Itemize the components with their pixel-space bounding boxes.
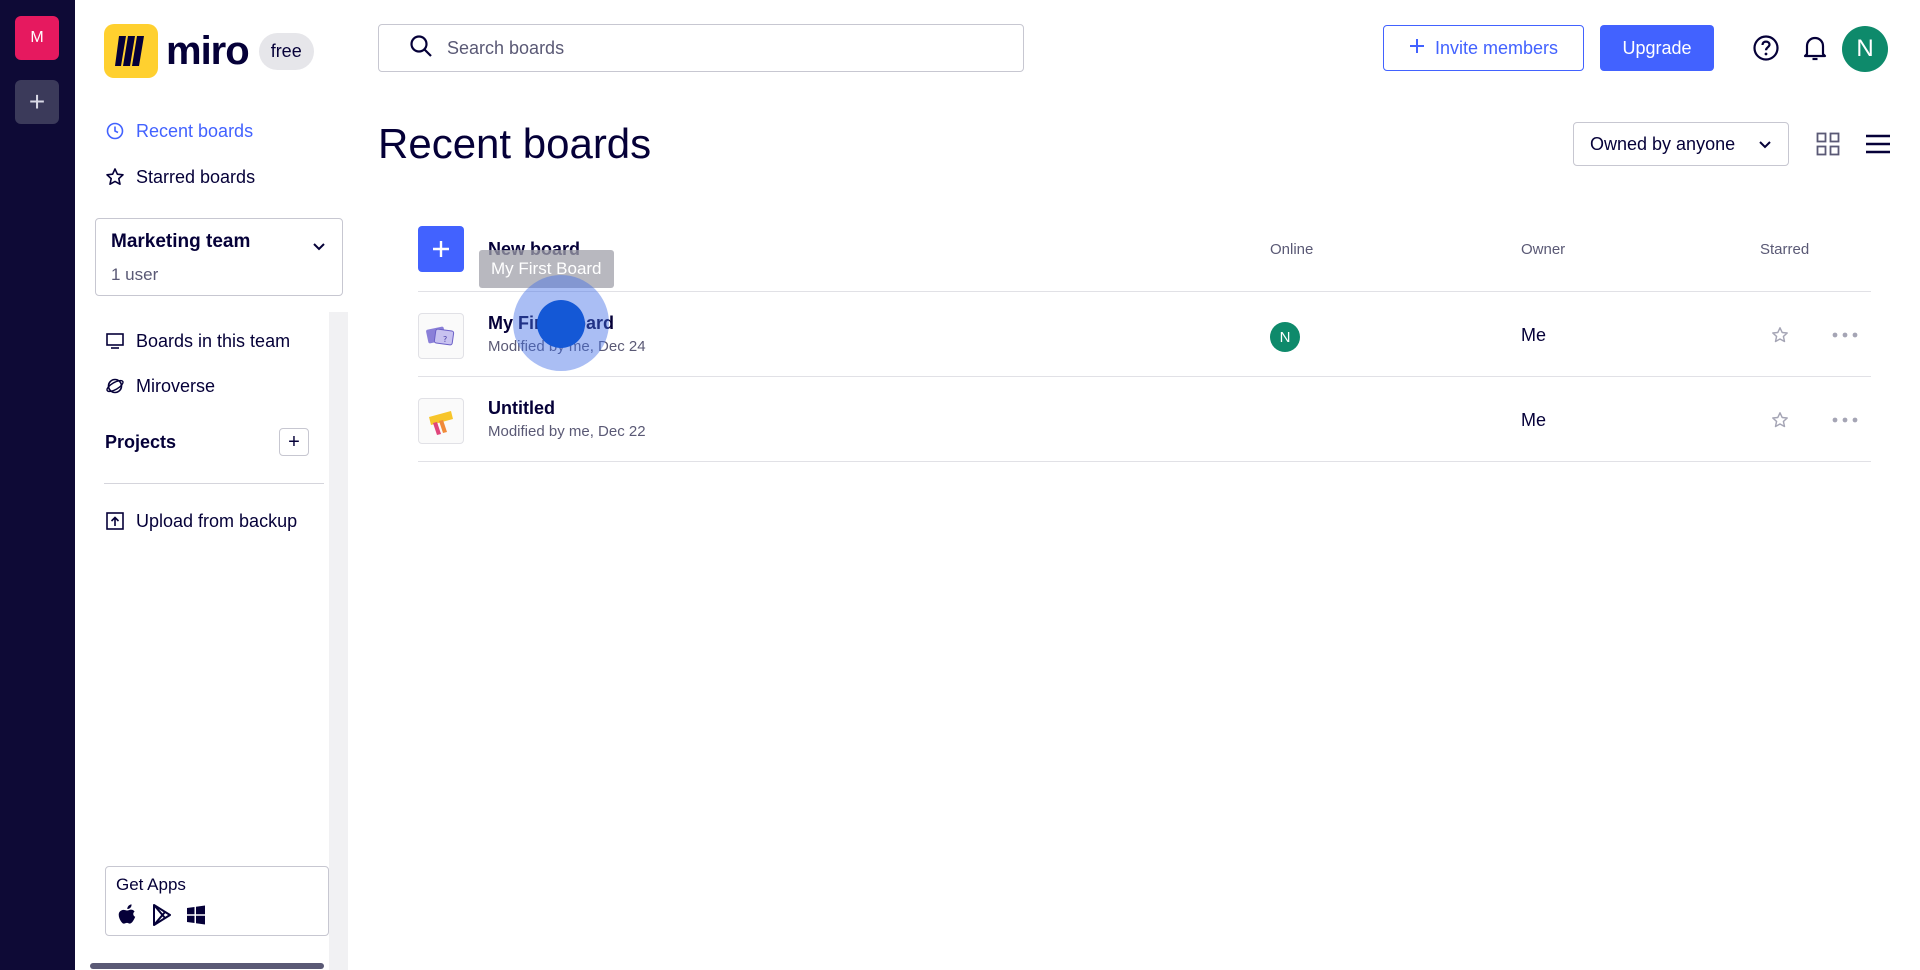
- get-apps-panel: Get Apps: [105, 866, 329, 936]
- upgrade-button[interactable]: Upgrade: [1600, 25, 1714, 71]
- brand-name: miro: [166, 28, 250, 73]
- plus-icon: [1409, 38, 1425, 59]
- owner-filter-dropdown[interactable]: Owned by anyone: [1573, 122, 1789, 166]
- windows-icon[interactable]: [186, 905, 206, 930]
- grid-view-icon[interactable]: [1814, 130, 1842, 158]
- new-board-button[interactable]: [418, 226, 464, 272]
- clock-icon: [104, 120, 126, 142]
- user-avatar[interactable]: N: [1842, 26, 1888, 72]
- plan-badge: free: [258, 32, 314, 70]
- invite-members-button[interactable]: Invite members: [1383, 25, 1584, 71]
- star-icon: [104, 166, 126, 188]
- team-selector[interactable]: Marketing team 1 user: [95, 218, 343, 296]
- online-user-avatar: N: [1270, 322, 1300, 352]
- sidebar-item-starred-boards[interactable]: Starred boards: [104, 166, 255, 188]
- board-row[interactable]: Untitled Modified by me, Dec 22 Me: [418, 377, 1871, 462]
- add-team-button[interactable]: +: [15, 80, 59, 124]
- board-modified: Modified by me, Dec 22: [488, 423, 646, 440]
- sidebar-item-upload-backup[interactable]: Upload from backup: [104, 510, 297, 532]
- column-header-owner[interactable]: Owner: [1521, 241, 1565, 258]
- sidebar-scrollbar[interactable]: [90, 963, 324, 969]
- apple-icon[interactable]: [116, 903, 138, 932]
- column-header-starred: Starred: [1760, 241, 1810, 258]
- star-icon[interactable]: [1770, 410, 1790, 430]
- miroverse-icon: [104, 375, 126, 397]
- miro-logo-icon: [104, 24, 158, 78]
- chevron-down-icon: [1758, 134, 1772, 155]
- plus-icon: [433, 241, 449, 257]
- board-row[interactable]: ? My First Board Modified by me, Dec 24 …: [418, 292, 1871, 377]
- search-bar[interactable]: [378, 24, 1024, 72]
- page-title: Recent boards: [378, 120, 652, 167]
- team-user-count: 1 user: [111, 265, 159, 284]
- board-owner: Me: [1521, 410, 1547, 430]
- list-view-icon[interactable]: [1864, 130, 1892, 158]
- sidebar-item-label: Miroverse: [136, 375, 216, 396]
- sidebar-item-miroverse[interactable]: Miroverse: [104, 375, 215, 397]
- miro-logo[interactable]: miro free: [104, 24, 314, 78]
- team-name: Marketing team: [111, 231, 251, 252]
- team-switcher-button[interactable]: M: [15, 16, 59, 60]
- sidebar-item-recent-boards[interactable]: Recent boards: [104, 120, 253, 142]
- google-play-icon[interactable]: [152, 904, 172, 931]
- board-owner: Me: [1521, 325, 1547, 345]
- sidebar-item-label: Starred boards: [136, 166, 256, 187]
- add-project-button[interactable]: +: [279, 428, 309, 456]
- projects-heading: Projects: [105, 432, 177, 452]
- invite-members-label: Invite members: [1434, 37, 1559, 58]
- star-icon[interactable]: [1770, 325, 1790, 345]
- upload-icon: [104, 510, 126, 532]
- more-options-icon[interactable]: [1832, 410, 1858, 430]
- get-apps-label: Get Apps: [116, 875, 186, 894]
- svg-text:?: ?: [443, 335, 447, 344]
- board-icon: [104, 330, 126, 352]
- sidebar-item-label: Boards in this team: [136, 330, 291, 351]
- sidebar-item-boards-in-team[interactable]: Boards in this team: [104, 330, 290, 352]
- chevron-down-icon: [312, 239, 326, 257]
- help-icon[interactable]: [1751, 33, 1781, 63]
- sidebar-divider: [104, 483, 324, 484]
- owner-filter-value: Owned by anyone: [1590, 133, 1736, 154]
- column-header-online: Online: [1270, 241, 1314, 258]
- sidebar-scroll-track[interactable]: [329, 312, 348, 970]
- search-input[interactable]: [447, 37, 987, 59]
- workspace-rail: M +: [0, 0, 75, 970]
- click-indicator-dot: [537, 300, 585, 348]
- search-icon: [409, 34, 433, 63]
- board-list-header: New board Online Owner Starred: [418, 226, 1871, 292]
- board-name[interactable]: Untitled: [488, 398, 555, 419]
- board-thumbnail: [418, 398, 464, 444]
- board-thumbnail: ?: [418, 313, 464, 359]
- more-options-icon[interactable]: [1832, 325, 1858, 345]
- bell-icon[interactable]: [1800, 33, 1830, 63]
- sidebar-item-label: Upload from backup: [136, 510, 298, 531]
- sidebar-item-label: Recent boards: [136, 120, 254, 141]
- sidebar: [75, 0, 348, 970]
